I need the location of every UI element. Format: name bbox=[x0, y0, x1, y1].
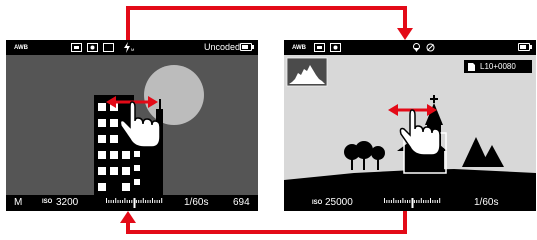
bottom-arrowhead bbox=[120, 211, 136, 223]
ev-tick bbox=[413, 200, 415, 203]
ev-tick bbox=[106, 198, 107, 203]
ev-tick bbox=[427, 200, 429, 203]
ev-tick bbox=[384, 198, 385, 203]
ev-marker bbox=[133, 198, 136, 208]
file-number: L10+0080 bbox=[480, 62, 516, 71]
ev-tick bbox=[108, 200, 110, 203]
left-live-view-screen[interactable]: AWB M Uncoded M ISO 3200 1/60s 694 bbox=[6, 40, 258, 211]
ev-marker bbox=[411, 198, 414, 208]
ev-tick bbox=[149, 200, 151, 203]
ev-tick bbox=[434, 200, 436, 203]
right-info-bar: ISO 25000 1/60s bbox=[284, 195, 536, 211]
ev-tick bbox=[126, 200, 128, 203]
ev-tick bbox=[420, 198, 422, 203]
right-status-bar: AWB bbox=[284, 40, 536, 55]
ev-tick bbox=[142, 198, 144, 203]
ev-tick bbox=[395, 200, 397, 203]
metering-icon[interactable] bbox=[71, 43, 82, 52]
ev-tick bbox=[117, 200, 119, 203]
ev-tick bbox=[397, 200, 399, 203]
ev-tick bbox=[386, 200, 388, 203]
coded-status: Uncoded bbox=[204, 42, 241, 52]
right-live-view-screen[interactable]: AWB L10+0080 ISO 25000 1/60s bbox=[284, 40, 536, 211]
sd-card-icon bbox=[468, 63, 475, 71]
ev-tick bbox=[425, 200, 427, 203]
no-signal-icon[interactable] bbox=[426, 43, 435, 52]
battery-fill bbox=[520, 45, 527, 49]
af-mode-label: AWB bbox=[292, 45, 306, 51]
ev-tick bbox=[436, 200, 438, 203]
ev-tick bbox=[400, 200, 402, 203]
shutter-speed[interactable]: 1/60s bbox=[184, 198, 208, 208]
exposure-mode[interactable]: M bbox=[14, 198, 22, 208]
left-scene[interactable] bbox=[6, 55, 258, 195]
ev-tick bbox=[402, 198, 404, 203]
ev-tick bbox=[135, 200, 137, 203]
shutter-speed[interactable]: 1/60s bbox=[474, 198, 498, 208]
iso-icon: ISO bbox=[42, 199, 53, 205]
iso-value[interactable]: 25000 bbox=[325, 198, 353, 208]
frame-icon[interactable] bbox=[103, 43, 114, 52]
ev-tick bbox=[393, 198, 395, 203]
ev-tick bbox=[115, 198, 117, 203]
ev-tick bbox=[409, 200, 411, 203]
shots-remaining: 694 bbox=[233, 197, 250, 208]
battery-icon bbox=[240, 43, 254, 51]
ev-tick bbox=[423, 200, 425, 203]
bottom-flow-arrow bbox=[126, 211, 407, 234]
battery-icon bbox=[518, 43, 532, 51]
gps-icon[interactable] bbox=[412, 43, 421, 52]
swipe-gesture-icon bbox=[388, 104, 441, 156]
landscape-scene bbox=[284, 57, 536, 195]
ev-tick bbox=[131, 200, 133, 203]
iso-value[interactable]: 3200 bbox=[56, 198, 78, 208]
ev-tick bbox=[388, 200, 390, 203]
ev-tick bbox=[418, 200, 420, 203]
spot-focus-icon[interactable] bbox=[87, 43, 98, 52]
ev-tick bbox=[407, 200, 408, 203]
histogram bbox=[286, 57, 328, 87]
ev-tick bbox=[145, 200, 147, 203]
iso-prefix: ISO bbox=[312, 200, 323, 206]
top-flow-arrow bbox=[126, 6, 407, 40]
ev-tick bbox=[430, 198, 431, 203]
ev-tick bbox=[140, 200, 142, 203]
left-info-bar: M ISO 3200 1/60s 694 bbox=[6, 195, 258, 211]
ev-tick bbox=[439, 198, 441, 203]
flash-icon[interactable]: M bbox=[124, 42, 136, 53]
ev-tick bbox=[432, 200, 434, 203]
spot-focus-icon[interactable] bbox=[330, 43, 341, 52]
ev-tick bbox=[154, 200, 156, 203]
ev-tick bbox=[404, 200, 406, 203]
ev-tick bbox=[156, 200, 158, 203]
ev-tick bbox=[161, 198, 163, 203]
metering-icon[interactable] bbox=[314, 43, 325, 52]
svg-text:M: M bbox=[131, 47, 134, 52]
ev-tick bbox=[147, 200, 149, 203]
ev-tick bbox=[110, 200, 112, 203]
ev-tick bbox=[112, 200, 114, 203]
ev-tick bbox=[390, 200, 392, 203]
left-status-bar: AWB M Uncoded bbox=[6, 40, 258, 55]
ev-tick bbox=[416, 200, 418, 203]
ev-tick bbox=[138, 200, 140, 203]
ev-tick bbox=[124, 198, 126, 203]
af-mode-label: AWB bbox=[14, 45, 28, 51]
ev-tick bbox=[152, 198, 153, 203]
moon bbox=[144, 65, 204, 125]
top-arrowhead bbox=[397, 28, 413, 40]
exposure-scale bbox=[106, 198, 163, 208]
ev-tick bbox=[158, 200, 160, 203]
ev-tick bbox=[119, 200, 121, 203]
ev-tick bbox=[122, 200, 124, 203]
exposure-scale bbox=[384, 198, 441, 208]
battery-fill bbox=[242, 45, 249, 49]
ev-tick bbox=[129, 200, 130, 203]
right-scene[interactable]: L10+0080 bbox=[284, 55, 536, 195]
city-scene bbox=[94, 65, 204, 195]
